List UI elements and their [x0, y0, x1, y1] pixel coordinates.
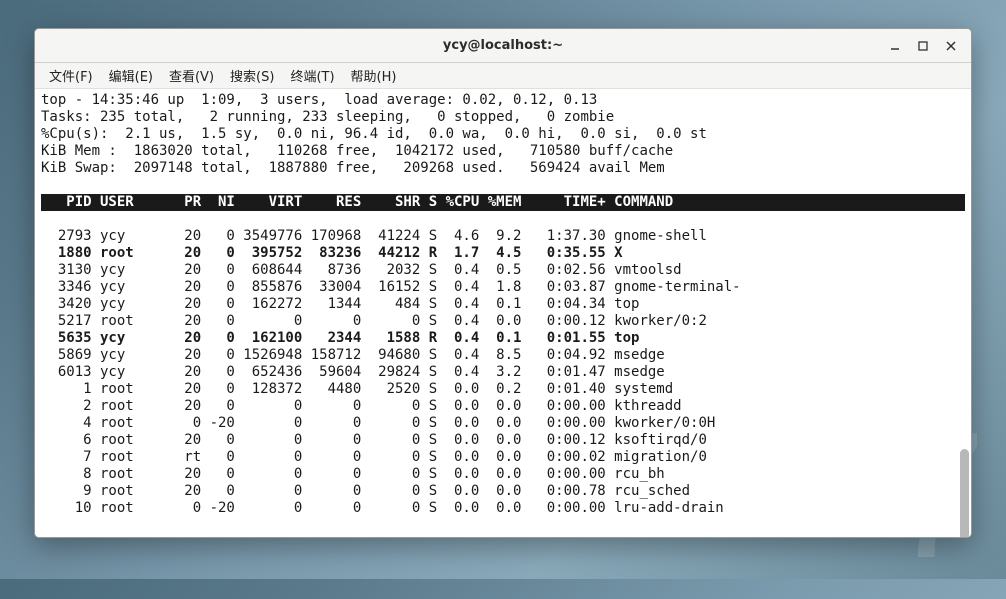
window-titlebar[interactable]: ycy@localhost:~ — [35, 29, 971, 63]
menu-terminal[interactable]: 终端(T) — [282, 63, 342, 88]
top-summary-line: top - 14:35:46 up 1:09, 3 users, load av… — [41, 92, 597, 108]
menu-help[interactable]: 帮助(H) — [343, 63, 405, 88]
process-row: 5217 root 20 0 0 0 0 S 0.4 0.0 0:00.12 k… — [41, 313, 707, 329]
process-row: 2 root 20 0 0 0 0 S 0.0 0.0 0:00.00 kthr… — [41, 398, 682, 414]
window-controls — [881, 34, 965, 58]
process-row: 4 root 0 -20 0 0 0 S 0.0 0.0 0:00.00 kwo… — [41, 415, 715, 431]
process-row: 8 root 20 0 0 0 0 S 0.0 0.0 0:00.00 rcu_… — [41, 466, 665, 482]
maximize-button[interactable] — [909, 34, 937, 58]
close-icon — [945, 40, 957, 52]
close-button[interactable] — [937, 34, 965, 58]
process-row: 7 root rt 0 0 0 0 S 0.0 0.0 0:00.02 migr… — [41, 449, 707, 465]
maximize-icon — [917, 40, 929, 52]
top-column-header: PID USER PR NI VIRT RES SHR S %CPU %MEM … — [41, 194, 965, 211]
top-mem-line: KiB Mem : 1863020 total, 110268 free, 10… — [41, 143, 673, 159]
minimize-icon — [889, 40, 901, 52]
terminal-area[interactable]: top - 14:35:46 up 1:09, 3 users, load av… — [35, 89, 971, 537]
process-row: 1 root 20 0 128372 4480 2520 S 0.0 0.2 0… — [41, 381, 673, 397]
process-row: 5869 ycy 20 0 1526948 158712 94680 S 0.4… — [41, 347, 665, 363]
process-row: 3420 ycy 20 0 162272 1344 484 S 0.4 0.1 … — [41, 296, 639, 312]
process-row: 1880 root 20 0 395752 83236 44212 R 1.7 … — [41, 245, 623, 261]
process-row: 6013 ycy 20 0 652436 59604 29824 S 0.4 3… — [41, 364, 665, 380]
process-row: 3130 ycy 20 0 608644 8736 2032 S 0.4 0.5… — [41, 262, 682, 278]
menu-view[interactable]: 查看(V) — [161, 63, 222, 88]
menu-search[interactable]: 搜索(S) — [222, 63, 282, 88]
process-row: 2793 ycy 20 0 3549776 170968 41224 S 4.6… — [41, 228, 707, 244]
top-cpu-line: %Cpu(s): 2.1 us, 1.5 sy, 0.0 ni, 96.4 id… — [41, 126, 707, 142]
window-title: ycy@localhost:~ — [443, 38, 563, 53]
scrollbar-thumb[interactable] — [960, 449, 969, 537]
process-list: 2793 ycy 20 0 3549776 170968 41224 S 4.6… — [41, 228, 965, 517]
terminal-window: ycy@localhost:~ 文件(F) 编辑(E) 查看(V) 搜索(S) … — [34, 28, 972, 538]
minimize-button[interactable] — [881, 34, 909, 58]
process-row: 3346 ycy 20 0 855876 33004 16152 S 0.4 1… — [41, 279, 741, 295]
process-row: 9 root 20 0 0 0 0 S 0.0 0.0 0:00.78 rcu_… — [41, 483, 690, 499]
process-row: 10 root 0 -20 0 0 0 S 0.0 0.0 0:00.00 lr… — [41, 500, 724, 516]
menu-file[interactable]: 文件(F) — [41, 63, 101, 88]
process-row: 6 root 20 0 0 0 0 S 0.0 0.0 0:00.12 ksof… — [41, 432, 707, 448]
scrollbar[interactable] — [959, 149, 969, 535]
menubar: 文件(F) 编辑(E) 查看(V) 搜索(S) 终端(T) 帮助(H) — [35, 63, 971, 89]
menu-edit[interactable]: 编辑(E) — [101, 63, 161, 88]
process-row: 5635 ycy 20 0 162100 2344 1588 R 0.4 0.1… — [41, 330, 639, 346]
top-swap-line: KiB Swap: 2097148 total, 1887880 free, 2… — [41, 160, 673, 176]
top-tasks-line: Tasks: 235 total, 2 running, 233 sleepin… — [41, 109, 614, 125]
